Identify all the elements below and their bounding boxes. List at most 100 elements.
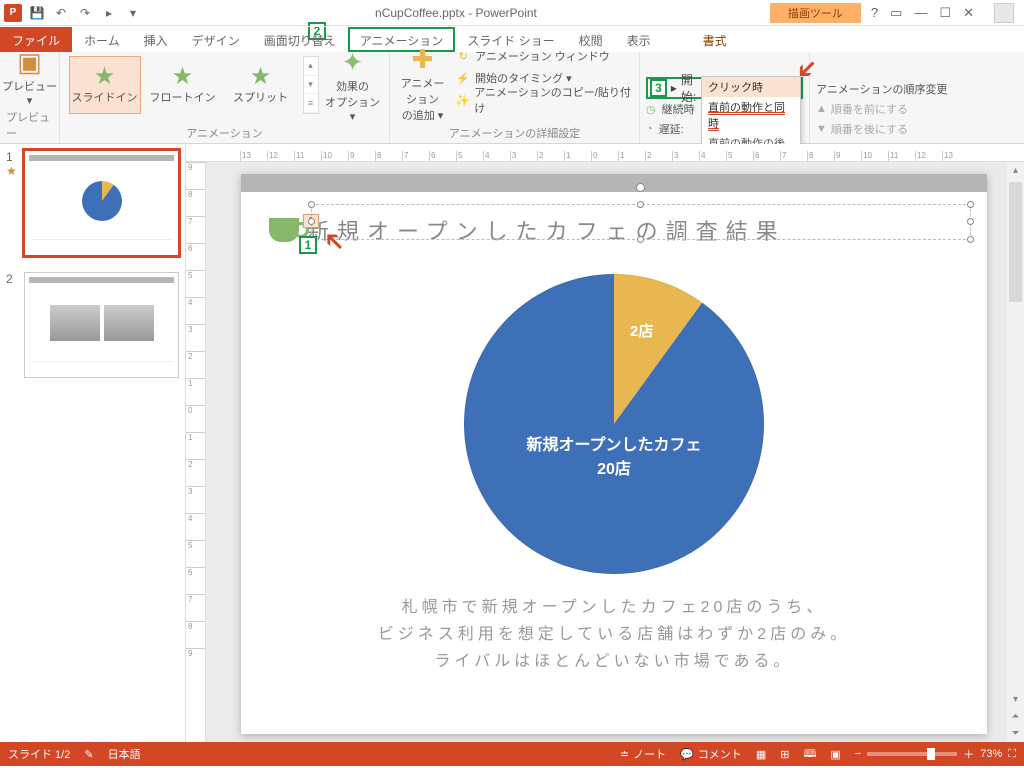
up-icon[interactable]: ▴ — [304, 57, 318, 76]
rotate-handle-icon[interactable] — [636, 183, 645, 192]
pie-label-small: 2店 — [630, 320, 653, 341]
pie-icon — [82, 181, 122, 221]
fit-window-icon[interactable]: ⛶ — [1008, 748, 1016, 761]
slide-thumb-2[interactable] — [24, 272, 179, 378]
maximize-icon[interactable]: ☐ — [939, 5, 951, 21]
move-earlier-button[interactable]: ▲ 順番を前にする — [816, 99, 908, 119]
anim-float-in[interactable]: ★フロートイン — [147, 56, 219, 114]
close-icon[interactable]: ✕ — [963, 5, 974, 21]
status-slide-number[interactable]: スライド 1/2 — [8, 746, 70, 762]
view-slideshow-icon[interactable]: ▣ — [830, 748, 840, 761]
add-animation-button[interactable]: ✚アニメーション の追加 ▾ — [396, 44, 449, 123]
move-later-button[interactable]: ▼ 順番を後にする — [816, 119, 908, 139]
pie-chart[interactable]: 2店 新規オープンしたカフェ20店 — [464, 274, 764, 574]
preview-icon: ▣ — [2, 47, 58, 78]
selection-box[interactable] — [311, 204, 971, 240]
duration-icon: ◷ — [646, 103, 656, 116]
powerpoint-icon: P — [4, 4, 22, 22]
minimize-icon[interactable]: — — [914, 5, 927, 20]
view-reading-icon[interactable]: 🕮 — [803, 745, 816, 764]
zoom-slider[interactable] — [867, 752, 957, 756]
anim-slide-in[interactable]: ★スライドイン — [69, 56, 141, 114]
status-bar: スライド 1/2 ✎ 日本語 ≐ ノート 💬 コメント ▦ ⊞ 🕮 ▣ − ＋ … — [0, 742, 1024, 766]
slide-decoration-bar — [241, 174, 987, 192]
status-language[interactable]: 日本語 — [108, 746, 141, 762]
preview-group-label: プレビュー — [6, 109, 53, 141]
star-icon: ★ — [94, 65, 116, 89]
add-animation-icon: ✚ — [396, 44, 449, 75]
anim-label: スライドイン — [72, 89, 138, 105]
star-icon: ★ — [250, 65, 272, 89]
cup-icon — [269, 218, 299, 242]
start-show-icon[interactable]: ▸ — [100, 4, 118, 22]
scroll-down-icon[interactable]: ▾ — [1007, 691, 1024, 708]
zoom-in-icon[interactable]: ＋ — [963, 746, 974, 762]
add-animation-label: アニメーション の追加 ▾ — [401, 78, 445, 122]
start-dropdown: クリック時 直前の動作と同時 直前の動作の後 — [701, 76, 801, 154]
start-option-onclick[interactable]: クリック時 — [702, 77, 800, 97]
account-icon[interactable] — [994, 3, 1014, 23]
view-sorter-icon[interactable]: ⊞ — [780, 748, 789, 761]
animation-painter-button[interactable]: ✨アニメーションのコピー/貼り付け — [455, 90, 633, 110]
preview-button[interactable]: ▣ プレビュー ▾ — [2, 47, 58, 107]
view-normal-icon[interactable]: ▦ — [756, 748, 766, 761]
delay-label: 遅延: — [659, 121, 684, 137]
comments-button[interactable]: 💬 コメント — [680, 746, 742, 762]
ruler-horizontal: 13121110987654321012345678910111213 — [186, 144, 1024, 162]
prev-slide-icon[interactable]: ⏶ — [1007, 708, 1024, 725]
context-tool-header: 描画ツール — [770, 3, 861, 23]
effect-options-icon: ✦ — [325, 47, 381, 78]
ribbon: ▣ プレビュー ▾ プレビュー ★スライドイン ★フロートイン ★スプリット ▴… — [0, 52, 1024, 144]
preview-label: プレビュー — [2, 81, 57, 93]
delay-icon: ◔ — [646, 123, 653, 135]
earlier-label: 順番を前にする — [831, 101, 908, 117]
painter-label: アニメーションのコピー/貼り付け — [474, 84, 633, 116]
down-icon[interactable]: ▾ — [304, 76, 318, 95]
thumb-number: 1 — [6, 150, 13, 164]
ruler-vertical: 9876543210123456789 — [186, 162, 206, 742]
later-label: 順番を後にする — [831, 121, 908, 137]
qat-customize-icon[interactable]: ▾ — [124, 4, 142, 22]
slide-thumbnail-panel: 1 ★ 2 — [0, 144, 186, 742]
save-icon[interactable]: 💾 — [28, 4, 46, 22]
main-area: 1 ★ 2 1312111098765432101234567891011121… — [0, 144, 1024, 742]
duration-label: 継続時 — [662, 101, 695, 117]
play-icon: ▸ — [671, 81, 677, 95]
spellcheck-icon[interactable]: ✎ — [84, 748, 93, 761]
window-controls: ? ▭ — ☐ ✕ — [861, 3, 1024, 23]
window-title: nCupCoffee.pptx - PowerPoint — [142, 6, 770, 20]
ribbon-options-icon[interactable]: ▭ — [890, 5, 902, 21]
tab-format[interactable]: 書式 — [691, 27, 739, 52]
next-slide-icon[interactable]: ⏷ — [1007, 725, 1024, 742]
zoom-out-icon[interactable]: − — [855, 748, 861, 760]
pane-icon: ↻ — [455, 50, 471, 63]
comments-label: コメント — [698, 746, 742, 762]
trigger-icon: ⚡ — [455, 72, 471, 85]
scroll-up-icon[interactable]: ▴ — [1007, 162, 1024, 179]
vertical-scrollbar[interactable]: ▴ ▾ ⏶ ⏷ — [1007, 162, 1024, 742]
slide-editor: 13121110987654321012345678910111213 9876… — [186, 144, 1024, 742]
title-bar: P 💾 ↶ ↷ ▸ ▾ nCupCoffee.pptx - PowerPoint… — [0, 0, 1024, 26]
down-icon: ▼ — [816, 123, 827, 135]
animation-pane-button[interactable]: ↻アニメーション ウィンドウ — [455, 46, 633, 66]
help-icon[interactable]: ? — [871, 5, 878, 20]
scroll-thumb[interactable] — [1009, 182, 1022, 302]
annotation-1: 1 — [299, 236, 317, 254]
undo-icon[interactable]: ↶ — [52, 4, 70, 22]
quick-access-toolbar: P 💾 ↶ ↷ ▸ ▾ — [0, 4, 142, 22]
anim-split[interactable]: ★スプリット — [225, 56, 297, 114]
up-icon: ▲ — [816, 103, 827, 115]
painter-icon: ✨ — [455, 94, 470, 107]
redo-icon[interactable]: ↷ — [76, 4, 94, 22]
adv-group-label: アニメーションの詳細設定 — [449, 125, 581, 141]
zoom-value[interactable]: 73% — [980, 748, 1002, 760]
slide-thumb-1[interactable] — [24, 150, 179, 256]
expand-icon[interactable]: ≡ — [304, 94, 318, 113]
anim-label: フロートイン — [150, 89, 216, 105]
effect-options-button[interactable]: ✦効果の オプション ▾ — [325, 47, 381, 123]
anim-gallery-scroll[interactable]: ▴▾≡ — [303, 56, 319, 114]
zoom-control[interactable]: − ＋ 73% ⛶ — [855, 746, 1016, 762]
start-option-with-previous[interactable]: 直前の動作と同時 — [702, 97, 800, 133]
notes-button[interactable]: ≐ ノート — [620, 746, 666, 762]
slide-canvas[interactable]: 1 新規オープンしたカフェの調査結果 1 ➔ 2店 新規オープンしたカフェ20店 — [241, 174, 987, 734]
